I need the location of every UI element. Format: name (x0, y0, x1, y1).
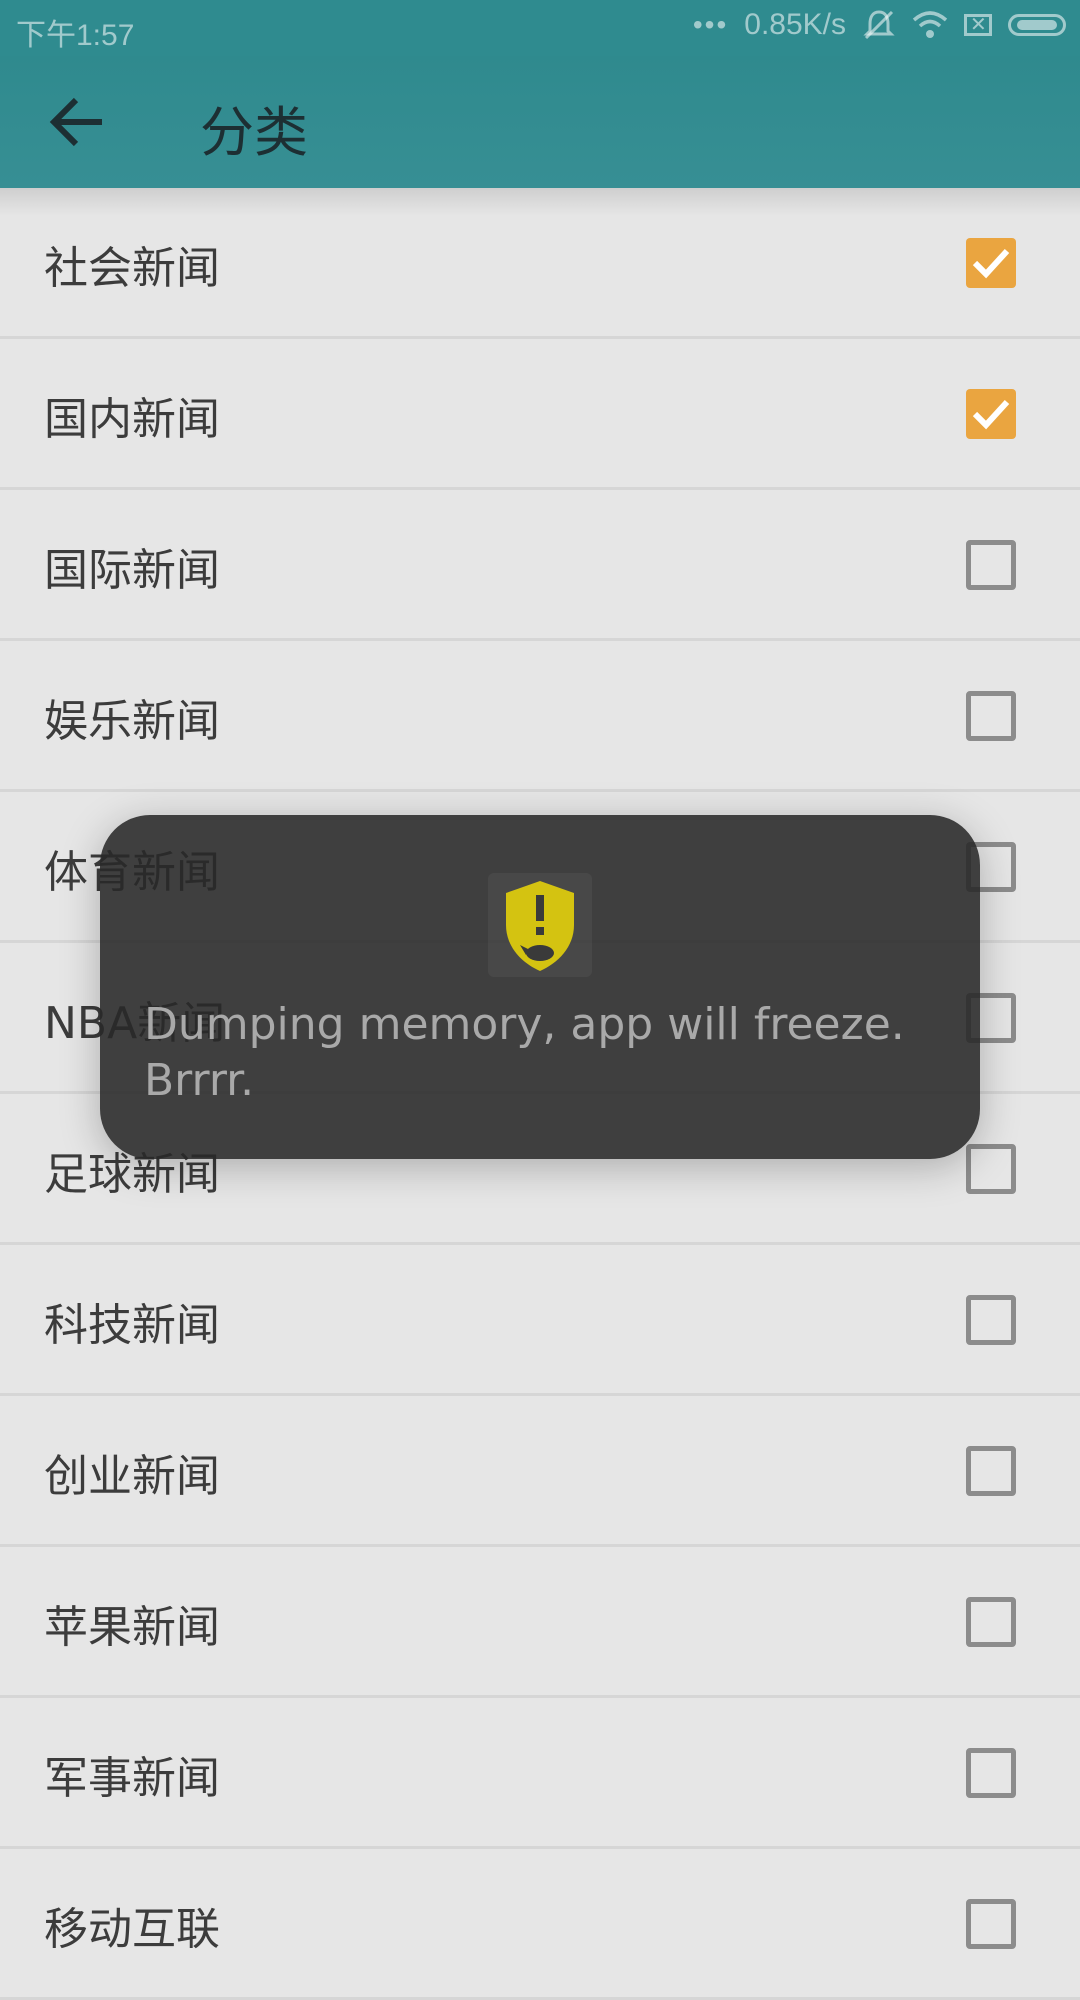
battery-icon (1008, 14, 1066, 36)
page-title: 分类 (200, 101, 308, 164)
status-icons: ••• 0.85K/s ✕ (693, 8, 1066, 42)
wifi-icon (912, 11, 948, 38)
leakcanary-shield-icon (488, 873, 592, 977)
category-checkbox[interactable] (966, 389, 1016, 439)
checkmark-icon (972, 399, 1010, 430)
sim-x-icon: ✕ (964, 14, 992, 36)
category-checkbox[interactable] (966, 540, 1016, 590)
category-label: 娱乐新闻 (44, 696, 220, 747)
category-label: 科技新闻 (44, 1300, 220, 1351)
status-time: 下午1:57 (16, 19, 135, 52)
toast: Dumping memory, app will freeze. Brrrr. (100, 815, 980, 1159)
category-checkbox[interactable] (966, 1748, 1016, 1798)
more-dots-icon: ••• (692, 9, 729, 40)
category-checkbox[interactable] (966, 1144, 1016, 1194)
toast-message: Dumping memory, app will freeze. Brrrr. (144, 999, 905, 1106)
category-label: 苹果新闻 (44, 1602, 220, 1653)
status-bar: 下午1:57 ••• 0.85K/s ✕ (0, 0, 1080, 56)
checkmark-icon (972, 248, 1010, 279)
category-checkbox[interactable] (966, 1899, 1016, 1949)
category-label: 社会新闻 (44, 243, 220, 294)
category-checkbox[interactable] (966, 1446, 1016, 1496)
list-item[interactable]: 苹果新闻 (0, 1547, 1080, 1698)
category-label: 创业新闻 (44, 1451, 220, 1502)
arrow-left-icon[interactable] (48, 96, 108, 148)
category-label: 国内新闻 (44, 394, 220, 445)
category-checkbox[interactable] (966, 238, 1016, 288)
net-speed: 0.85K/s (744, 8, 846, 41)
list-item[interactable]: 国内新闻 (0, 339, 1080, 490)
muted-bell-icon (863, 10, 895, 40)
list-item[interactable]: 娱乐新闻 (0, 641, 1080, 792)
category-checkbox[interactable] (966, 1295, 1016, 1345)
list-item[interactable]: 移动互联 (0, 1849, 1080, 2000)
category-label: 军事新闻 (44, 1753, 220, 1804)
list-item[interactable]: 国际新闻 (0, 490, 1080, 641)
category-label: 移动互联 (44, 1904, 220, 1955)
list-item[interactable]: 科技新闻 (0, 1245, 1080, 1396)
list-item[interactable]: 创业新闻 (0, 1396, 1080, 1547)
category-checkbox[interactable] (966, 691, 1016, 741)
category-checkbox[interactable] (966, 1597, 1016, 1647)
list-item[interactable]: 军事新闻 (0, 1698, 1080, 1849)
app-bar-shadow (0, 188, 1080, 216)
category-label: 国际新闻 (44, 545, 220, 596)
app-bar: 分类 (0, 56, 1080, 188)
